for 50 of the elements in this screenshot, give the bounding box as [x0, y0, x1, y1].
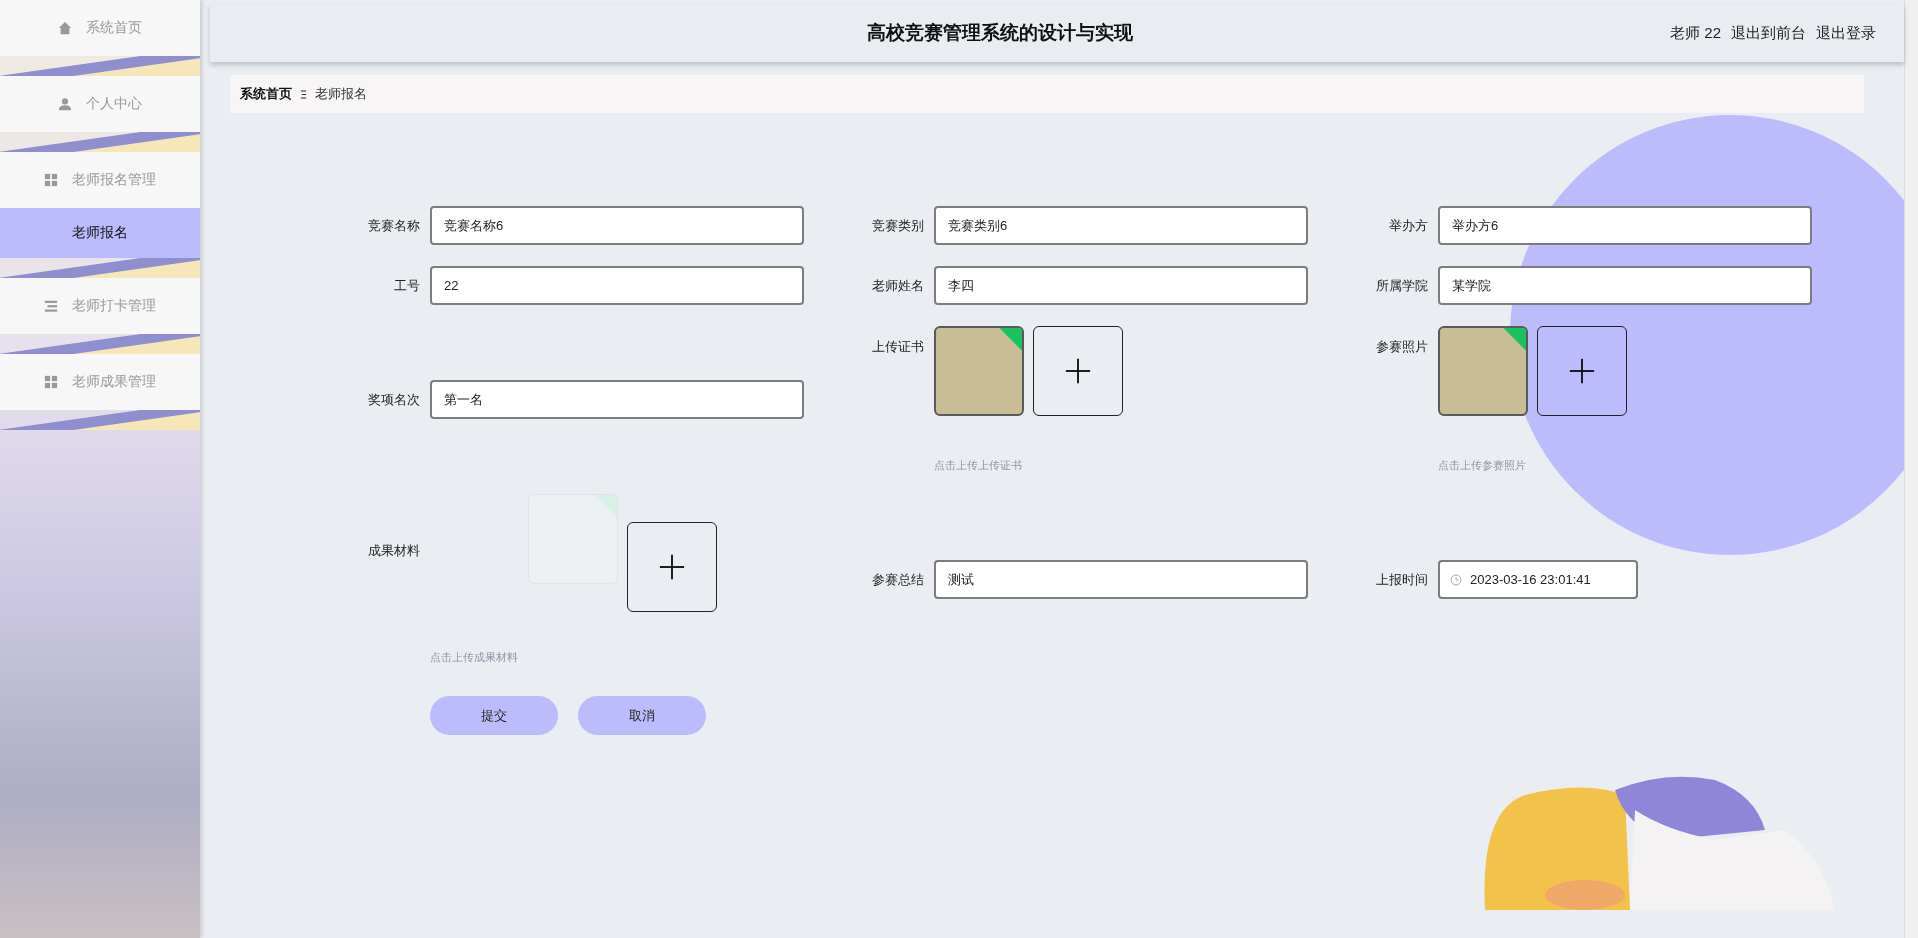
field-label: 举办方	[1388, 216, 1429, 235]
date-field[interactable]: 2023-03-16 23:01:41	[1438, 560, 1638, 599]
text-field[interactable]: 某学院	[1438, 266, 1812, 305]
field-label: 竞赛名称	[367, 216, 421, 235]
text-field[interactable]: 李四	[934, 266, 1308, 305]
upload-button[interactable]	[1537, 326, 1627, 416]
plus-icon	[1064, 357, 1092, 385]
field-label: 所属学院	[1375, 276, 1429, 295]
date-value: 2023-03-16 23:01:41	[1470, 572, 1591, 587]
plus-icon	[658, 553, 686, 581]
form-button[interactable]: 取消	[578, 696, 706, 735]
form-button[interactable]: 提交	[430, 696, 558, 735]
photo-placeholder[interactable]	[1438, 326, 1528, 416]
clock-icon	[1450, 573, 1462, 586]
upload-hint: 点击上传成果材料	[430, 650, 519, 665]
upload-hint: 点击上传上传证书	[934, 458, 1023, 473]
field-label: 成果材料	[367, 542, 421, 560]
list-icon	[44, 299, 58, 313]
separator-icon	[300, 88, 307, 100]
page-title: 高校竞赛管理系统的设计与实现	[866, 21, 1135, 45]
photo-placeholder[interactable]	[934, 326, 1024, 416]
field-label: 参赛总结	[871, 570, 925, 589]
field-label: 奖项名次	[367, 390, 421, 409]
grid-icon	[44, 375, 58, 389]
field-label: 上传证书	[871, 338, 925, 356]
text-field[interactable]: 22	[430, 266, 804, 305]
sidebar-item[interactable]: 老师报名	[0, 208, 200, 258]
text-field[interactable]: 第一名	[430, 380, 804, 419]
home-icon	[58, 21, 72, 35]
header-link[interactable]: 退出登录	[1816, 23, 1876, 43]
text-field[interactable]: 测试	[934, 560, 1308, 599]
field-label: 上报时间	[1375, 570, 1429, 589]
upload-button[interactable]	[1033, 326, 1123, 416]
field-label: 竞赛类别	[871, 216, 925, 235]
grid-icon	[44, 173, 58, 187]
user-label: 老师 22	[1670, 23, 1721, 43]
upload-hint: 点击上传参赛照片	[1438, 458, 1527, 473]
breadcrumb-link[interactable]: 系统首页	[240, 85, 292, 103]
text-field[interactable]: 举办方6	[1438, 206, 1812, 245]
field-label: 老师姓名	[871, 276, 925, 295]
header-link[interactable]: 退出到前台	[1731, 23, 1806, 43]
scrollbar[interactable]	[1904, 0, 1918, 938]
breadcrumb-link[interactable]: 老师报名	[315, 85, 367, 103]
user-icon	[58, 97, 72, 111]
upload-button[interactable]	[627, 522, 717, 612]
plus-icon	[1568, 357, 1596, 385]
text-field[interactable]: 竞赛类别6	[934, 206, 1308, 245]
field-label: 参赛照片	[1375, 338, 1429, 356]
field-label: 工号	[393, 276, 421, 295]
text-field[interactable]: 竞赛名称6	[430, 206, 804, 245]
